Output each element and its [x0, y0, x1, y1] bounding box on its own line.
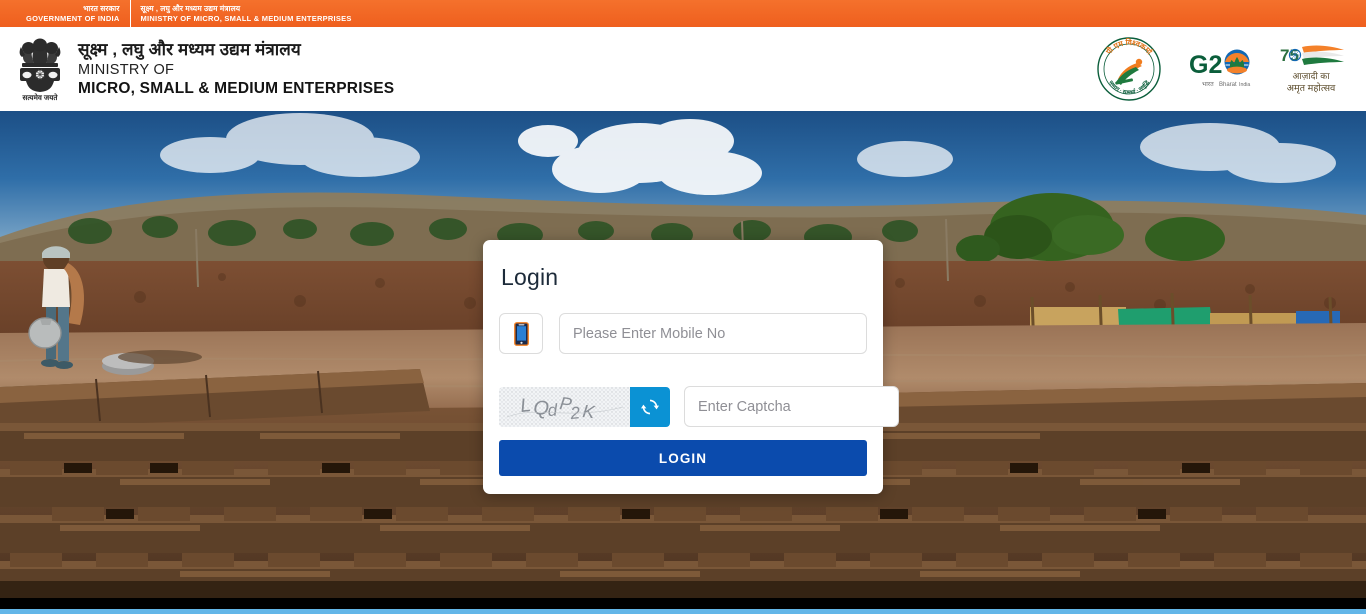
brand-title-hindi: सूक्ष्म , लघु और मध्यम उद्यम मंत्रालय	[78, 40, 301, 60]
captcha-row: L Q d P 2 K	[499, 386, 899, 427]
captcha-char-3: d	[547, 400, 558, 419]
gov-india-block: भारत सरकार GOVERNMENT OF INDIA	[26, 0, 130, 27]
g20-logo: G2 भारत Bharat India	[1189, 49, 1250, 88]
emblem-motto: सत्यमेव जयते	[21, 93, 58, 102]
mobile-number-input[interactable]	[559, 313, 867, 354]
bottom-accent-bar	[0, 609, 1366, 614]
site-header: सत्यमेव जयते सूक्ष्म , लघु और मध्यम उद्य…	[0, 27, 1366, 111]
captcha-input[interactable]	[684, 386, 899, 427]
brand-title-en-line2: MICRO, SMALL & MEDIUM ENTERPRISES	[78, 79, 395, 97]
svg-text:अमृत महोत्सव: अमृत महोत्सव	[1287, 82, 1336, 94]
svg-text:भारत: भारत	[1202, 82, 1214, 88]
azadi-ka-amrit-mahotsav-logo: 75 आज़ादी का अमृत महोत्सव	[1280, 45, 1344, 94]
gov-india-hindi: भारत सरकार	[83, 4, 120, 13]
brand-title-en-line1: MINISTRY OF	[78, 62, 175, 79]
header-logos: पी एम विश्वकर्मा सम्मान · सामर्थ्य · समृ…	[1092, 35, 1346, 103]
brand: सत्यमेव जयते सूक्ष्म , लघु और मध्यम उद्य…	[14, 35, 394, 103]
gov-india-english: GOVERNMENT OF INDIA	[26, 13, 120, 23]
captcha-image: L Q d P 2 K	[499, 386, 630, 427]
ministry-english: MINISTRY OF MICRO, SMALL & MEDIUM ENTERP…	[140, 13, 352, 23]
mobile-icon-box	[499, 313, 543, 354]
pm-vishwakarma-logo: पी एम विश्वकर्मा सम्मान · सामर्थ्य · समृ…	[1097, 37, 1161, 101]
government-top-bar: भारत सरकार GOVERNMENT OF INDIA सूक्ष्म ,…	[0, 0, 1366, 27]
login-page: भारत सरकार GOVERNMENT OF INDIA सूक्ष्म ,…	[0, 0, 1366, 614]
mobile-phone-icon	[513, 321, 529, 346]
ministry-block: सूक्ष्म , लघु और मध्यम उद्यम मंत्रालय MI…	[129, 0, 362, 27]
national-emblem-icon: सत्यमेव जयते	[19, 38, 61, 102]
svg-text:Bharat: Bharat	[1219, 82, 1237, 88]
mobile-row	[499, 313, 867, 354]
login-title: Login	[501, 264, 559, 290]
svg-text:G2: G2	[1189, 51, 1222, 79]
brand-text: सूक्ष्म , लघु और मध्यम उद्यम मंत्रालय MI…	[78, 40, 394, 97]
svg-text:आज़ादी का: आज़ादी का	[1292, 70, 1330, 81]
bottom-black-bar	[0, 598, 1366, 609]
captcha-refresh-button[interactable]	[630, 386, 670, 427]
svg-text:India: India	[1239, 82, 1250, 88]
login-submit-button[interactable]: LOGIN	[499, 440, 867, 476]
login-card: Login Please Enter Mobile No L Q d P 2 K…	[483, 240, 899, 494]
refresh-icon	[641, 399, 659, 414]
ministry-hindi: सूक्ष्म , लघु और मध्यम उद्यम मंत्रालय	[140, 4, 241, 13]
